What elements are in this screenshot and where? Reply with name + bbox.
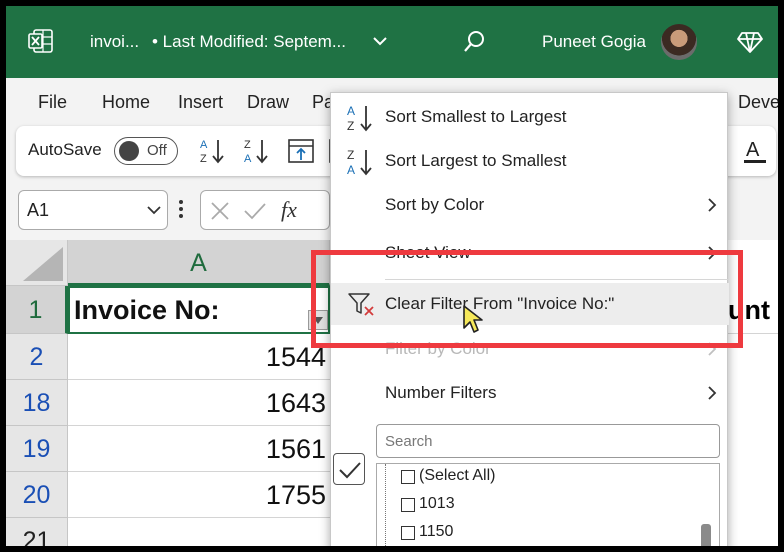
chevron-down-icon[interactable] [147, 204, 161, 216]
svg-text:Z: Z [244, 139, 251, 151]
svg-text:A: A [200, 139, 208, 151]
sort-descending-icon[interactable]: Z A [242, 136, 272, 166]
list-item-label: 1150 [419, 523, 454, 540]
sort-ascending-icon[interactable]: A Z [198, 136, 228, 166]
checkbox[interactable] [401, 526, 415, 540]
checkbox[interactable] [401, 498, 415, 512]
highlight-box [311, 250, 743, 348]
sort-descending-icon: Z A [347, 148, 372, 177]
row-header[interactable]: 21 [6, 518, 68, 546]
more-options-icon[interactable] [178, 198, 184, 220]
checkbox[interactable] [401, 470, 415, 484]
search-placeholder: Search [385, 433, 433, 450]
svg-text:Z: Z [347, 119, 354, 133]
row-header[interactable]: 20 [6, 472, 68, 518]
checkmark-icon [339, 462, 361, 479]
chevron-right-icon [708, 198, 717, 212]
table-cell[interactable]: 1643 [68, 380, 330, 426]
menu-item-number-filters[interactable]: Number Filters [331, 371, 729, 415]
user-name[interactable]: Puneet Gogia [542, 6, 646, 78]
sort-ascending-icon: A Z [347, 104, 372, 133]
svg-text:A: A [347, 163, 355, 177]
tree-line [385, 464, 386, 546]
menu-item-label: Sort Smallest to Largest [385, 107, 567, 126]
last-modified[interactable]: • Last Modified: Septem... [152, 6, 346, 78]
select-all-corner[interactable] [6, 240, 68, 286]
enter-check-icon[interactable] [243, 200, 267, 222]
autosave-state: Off [147, 142, 167, 159]
formula-controls: fx [200, 190, 330, 230]
row-header[interactable]: 19 [6, 426, 68, 472]
search-icon[interactable] [462, 30, 486, 54]
svg-text:Z: Z [347, 148, 354, 162]
tab-file[interactable]: File [38, 92, 67, 113]
excel-icon[interactable] [28, 28, 54, 54]
row-header[interactable]: 1 [6, 286, 68, 334]
list-item-label: 1013 [419, 495, 455, 512]
svg-text:A: A [244, 153, 252, 165]
file-name[interactable]: invoi... [90, 6, 139, 78]
table-cell[interactable] [68, 518, 330, 546]
list-item-label: (Select All) [419, 467, 496, 484]
chevron-right-icon [708, 386, 717, 400]
svg-text:A: A [347, 104, 355, 118]
menu-item-label: Sort by Color [385, 195, 485, 214]
autosave-label: AutoSave [28, 140, 102, 159]
filter-search-input[interactable]: Search [376, 424, 720, 458]
name-box[interactable]: A1 [18, 190, 168, 230]
diamond-icon[interactable] [737, 30, 763, 54]
menu-item-sort-ascending[interactable]: A Z Sort Smallest to Largest [331, 95, 729, 139]
refresh-data-icon[interactable] [286, 136, 316, 166]
header-cell-text: Invoice No: [74, 295, 220, 325]
filter-value-list: (Select All) 1013 1150 [376, 463, 720, 546]
tab-insert[interactable]: Insert [178, 92, 223, 113]
excel-window: invoi... • Last Modified: Septem... Pune… [6, 6, 778, 546]
table-cell[interactable]: 1561 [68, 426, 330, 472]
mouse-cursor-icon [463, 305, 483, 333]
insert-function-button[interactable]: fx [281, 197, 297, 223]
menu-item-label: Number Filters [385, 383, 497, 402]
menu-item-sort-by-color[interactable]: Sort by Color [331, 183, 729, 227]
table-cell[interactable]: 1544 [68, 334, 330, 380]
chevron-down-icon[interactable] [372, 34, 388, 48]
title-bar: invoi... • Last Modified: Septem... Pune… [6, 6, 778, 78]
toggle-knob [119, 141, 139, 161]
cell-a1[interactable]: Invoice No: [68, 286, 330, 334]
svg-text:A: A [746, 139, 760, 161]
autosave-toggle[interactable]: Off [114, 137, 178, 165]
tab-home[interactable]: Home [102, 92, 150, 113]
avatar[interactable] [661, 24, 697, 60]
font-color-icon[interactable]: A [742, 136, 768, 166]
tab-draw[interactable]: Draw [247, 92, 289, 113]
row-header[interactable]: 18 [6, 380, 68, 426]
svg-text:Z: Z [200, 153, 207, 165]
menu-item-label: Sort Largest to Smallest [385, 151, 567, 170]
row-header[interactable]: 2 [6, 334, 68, 380]
name-box-value: A1 [27, 200, 50, 220]
table-cell[interactable]: 1755 [68, 472, 330, 518]
corner-triangle-icon [23, 247, 63, 281]
apply-checkmark-button[interactable] [333, 453, 365, 485]
column-header-a[interactable]: A [68, 240, 330, 286]
list-scrollbar[interactable] [701, 524, 711, 546]
menu-item-sort-descending[interactable]: Z A Sort Largest to Smallest [331, 139, 729, 183]
tab-developer[interactable]: Deve [738, 92, 778, 113]
cancel-icon[interactable] [209, 200, 231, 222]
